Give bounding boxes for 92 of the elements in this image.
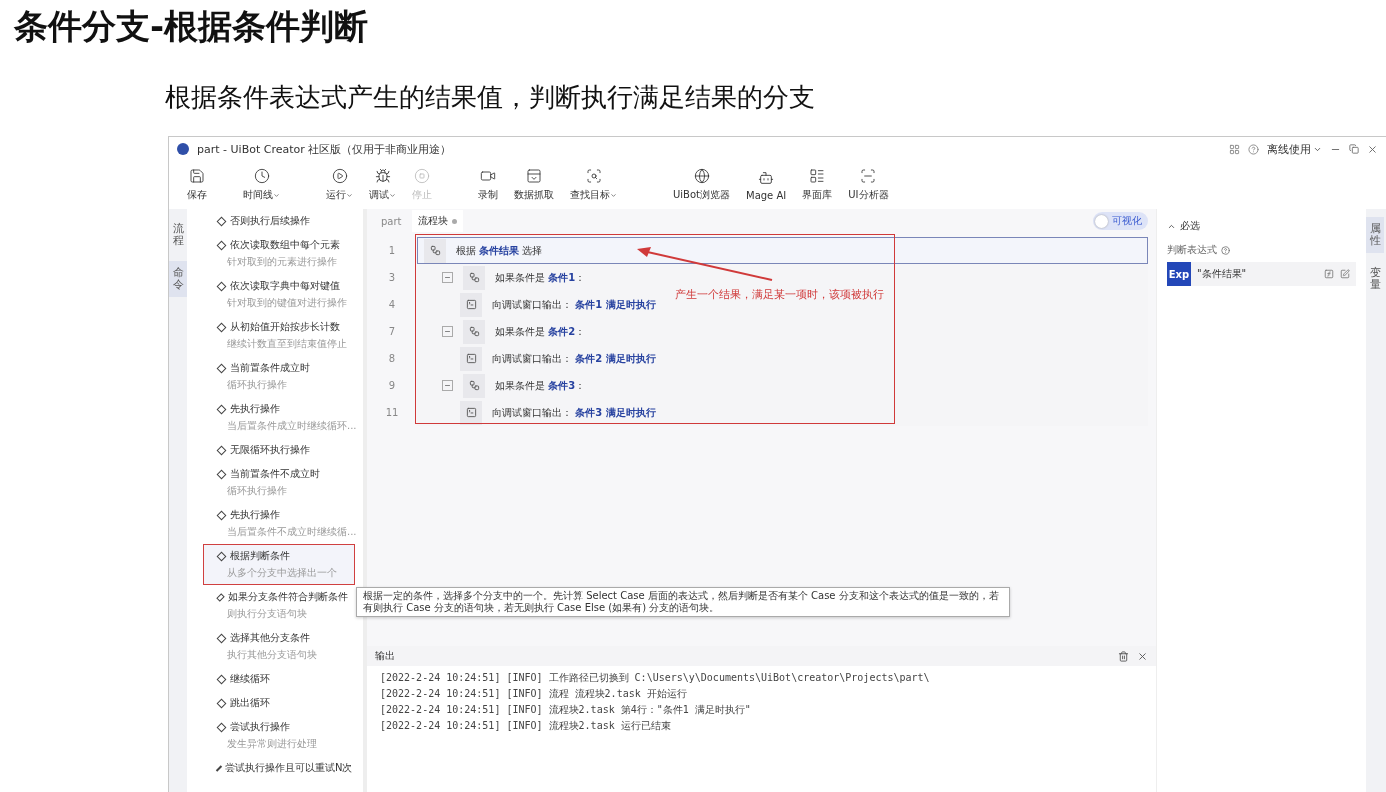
code-text: 如果条件是 条件1： [495,270,586,285]
toolbar-icon [480,168,496,184]
editor-tab[interactable]: part [375,211,408,231]
command-item[interactable]: 从初始值开始按步长计数 继续计数直至到结束值停止 [203,315,355,356]
code-text: 如果条件是 条件3： [495,378,586,393]
collapse-icon[interactable] [442,380,453,391]
line-number: 4 [387,299,397,310]
command-item[interactable]: 尝试执行操作且可以重试N次 [203,756,355,780]
line-number: 3 [387,272,397,283]
toolbar-button[interactable]: 录制 [470,168,506,202]
log-line: [2022-2-24 10:24:51] [INFO] 流程 流程块2.task 开始运行 [379,687,688,701]
help-icon[interactable] [1248,143,1259,155]
line-number: 1 [387,245,397,256]
section-header[interactable]: 必选 [1167,219,1200,233]
terminal-icon [460,346,482,371]
tooltip: 根据一定的条件，选择多个分支中的一个。先计算 Select Case 后面的表达式，然后判断是否有某个 Case 分支和这个表达式的值是一致的，若有则执行 Case 分支的语句块，若无则执行 Case Else (如果有) 分支的语句块。 [356,587,1010,617]
close-icon[interactable] [1367,143,1378,155]
line-number: 9 [387,380,397,391]
toolbar-button[interactable]: UI分析器 [840,168,897,202]
code-text: 根据 条件结果 选择 [456,243,543,258]
toolbar-icon [526,168,542,184]
function-icon[interactable] [1324,269,1334,279]
command-item[interactable]: 否则执行后续操作 [203,209,355,233]
collapse-icon[interactable] [442,326,453,337]
branch-icon [424,238,446,263]
log-line: [2022-2-24 10:24:51] [INFO] 流程块2.task 第4行："条件1 满足时执行" [379,703,752,717]
branch-icon [463,373,485,398]
toolbar-icon [253,168,270,184]
side-tab[interactable]: 属性 [1366,217,1384,254]
command-item[interactable]: 当前置条件不成立时 循环执行操作 [203,462,355,503]
command-item[interactable]: 当前置条件成立时 循环执行操作 [203,356,355,397]
command-item[interactable]: 继续循环 [203,667,355,691]
app-logo-icon [177,143,189,155]
help-icon[interactable] [1221,245,1230,255]
slide-subtitle: 根据条件表达式产生的结果值，判断执行满足结果的分支 [165,81,815,114]
code-text: 向调试窗口输出： 条件2 满足时执行 [492,351,656,366]
toolbar-icon [585,168,602,184]
code-text: 向调试窗口输出： 条件1 满足时执行 [492,297,656,312]
expression-field[interactable]: Exp "条件结果" [1167,262,1356,286]
branch-icon [463,265,485,290]
side-tab[interactable]: 命令 [169,261,187,298]
command-item[interactable]: 如果分支条件符合判断条件 则执行分支语句块 [203,585,355,626]
toolbar-button[interactable]: 数据抓取 [506,168,562,202]
trash-icon[interactable] [1118,650,1129,662]
command-item[interactable]: 跳出循环 [203,691,355,715]
command-item[interactable]: 依次读取字典中每对键值 针对取到的键值对进行操作 [203,274,355,315]
toolbar-icon [331,168,348,184]
output-title: 输出 [375,649,396,663]
window-title: part - UiBot Creator 社区版（仅用于非商业用途） [197,141,452,157]
toolbar-icon [693,168,710,184]
command-item[interactable]: 先执行操作 当后置条件不成立时继续循... [203,503,355,544]
restore-icon[interactable] [1349,144,1359,154]
log-line: [2022-2-24 10:24:51] [INFO] 流程块2.task 运行已结束 [379,719,672,733]
toolbar-icon [758,169,775,186]
toolbar-icon [414,168,430,184]
toolbar-icon [189,168,205,184]
mode-menu[interactable]: 离线使用 [1267,141,1322,157]
toolbar-icon [374,168,391,184]
visualize-toggle[interactable]: 可视化 [1093,212,1148,230]
slide-title: 条件分支-根据条件判断 [14,5,369,48]
line-number: 8 [387,353,397,364]
toolbar-button[interactable]: 保存 [179,168,215,202]
side-tab[interactable]: 流程 [169,217,187,254]
toolbar-button[interactable]: 查找目标 [562,168,625,202]
command-item[interactable]: 选择其他分支条件 执行其他分支语句块 [203,626,355,667]
log-line: [2022-2-24 10:24:51] [INFO] 工作路径已切换到 C:\Users\y\Documents\UiBot\creator\Projects\part\ [379,671,931,685]
collapse-icon[interactable] [442,272,453,283]
code-text: 如果条件是 条件2： [495,324,586,339]
toolbar-button[interactable]: 调试 [361,168,404,202]
line-number: 11 [384,407,400,418]
toolbar-icon [809,168,826,184]
branch-icon [463,319,485,344]
line-number: 7 [387,326,397,337]
toolbar-button[interactable]: UiBot浏览器 [665,168,738,202]
toolbar-button[interactable]: Mage AI [738,169,795,201]
toolbar-button[interactable]: 界面库 [794,168,841,202]
grid-icon[interactable] [1229,143,1240,155]
command-item[interactable]: 依次读取数组中每个元素 针对取到的元素进行操作 [203,233,355,274]
toolbar-button[interactable]: 运行 [318,168,361,202]
side-tab[interactable]: 变量 [1366,261,1384,298]
command-item[interactable]: 尝试执行操作 发生异常则进行处理 [203,715,355,756]
close-icon[interactable] [1137,650,1148,662]
edit-icon[interactable] [1340,269,1350,279]
toolbar-button[interactable]: 时间线 [235,168,288,202]
command-item[interactable]: 先执行操作 当后置条件成立时继续循环... [203,397,355,438]
toolbar-icon [860,168,877,184]
terminal-icon [460,400,482,425]
terminal-icon [460,292,482,317]
editor-tab[interactable]: 流程块 [411,210,463,232]
code-text: 向调试窗口输出： 条件3 满足时执行 [492,405,656,420]
command-item[interactable]: 无限循环执行操作 [203,438,355,462]
field-label: 判断表达式 [1167,243,1217,257]
